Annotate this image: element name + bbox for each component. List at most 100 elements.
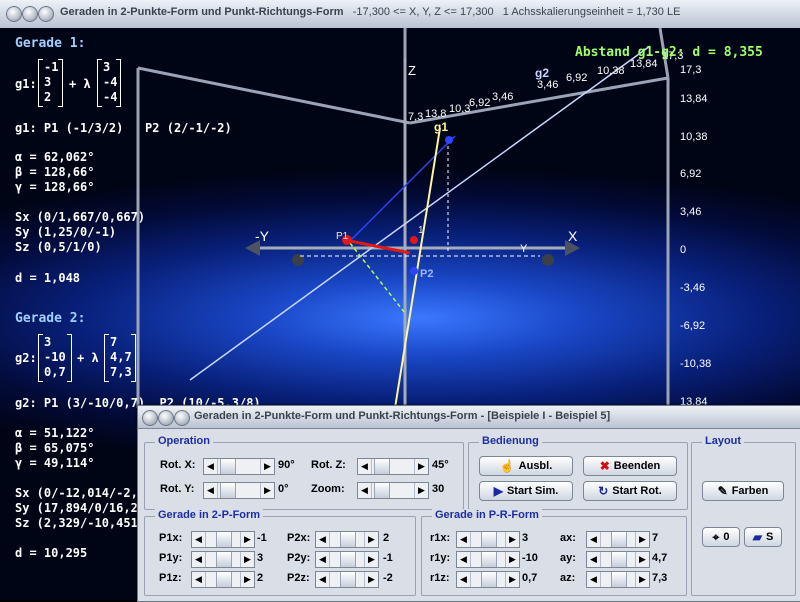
- arrow-right-icon[interactable]: ▶: [505, 532, 519, 547]
- arrow-right-icon[interactable]: ▶: [364, 532, 378, 547]
- slider-thumb[interactable]: [340, 552, 356, 567]
- two-point-slider-b[interactable]: ◀ ▶: [315, 551, 379, 568]
- arrow-right-icon[interactable]: ▶: [364, 552, 378, 567]
- point-direction-slider-b[interactable]: ◀ ▶: [586, 551, 650, 568]
- dialog-maximize-button[interactable]: [174, 410, 190, 426]
- arrow-right-icon[interactable]: ▶: [260, 483, 274, 498]
- g1-vec2-y: -4: [103, 75, 118, 89]
- two-point-slider-a[interactable]: ◀ ▶: [191, 571, 255, 588]
- two-point-slider-b[interactable]: ◀ ▶: [315, 571, 379, 588]
- arrow-left-icon[interactable]: ◀: [457, 532, 471, 547]
- slider-thumb[interactable]: [340, 532, 356, 547]
- arrow-left-icon[interactable]: ◀: [192, 552, 206, 567]
- slider-thumb[interactable]: [374, 459, 390, 474]
- start-sim-button[interactable]: ▶ Start Sim.: [479, 481, 573, 501]
- arrow-left-icon[interactable]: ◀: [358, 483, 372, 498]
- operation-group: Operation Rot. X: ◀ ▶ 90° Rot. Y: ◀ ▶ 0°…: [144, 435, 464, 510]
- two-point-slider-a[interactable]: ◀ ▶: [191, 531, 255, 548]
- window-menu-button[interactable]: [6, 6, 22, 22]
- slider-thumb[interactable]: [216, 572, 232, 587]
- slider-thumb[interactable]: [220, 483, 236, 498]
- arrow-left-icon[interactable]: ◀: [192, 572, 206, 587]
- slider-thumb[interactable]: [216, 532, 232, 547]
- point-direction-slider-a[interactable]: ◀ ▶: [456, 551, 520, 568]
- arrow-right-icon[interactable]: ▶: [414, 459, 428, 474]
- arrow-left-icon[interactable]: ◀: [204, 483, 218, 498]
- rotz-label: Rot. Z:: [311, 459, 346, 471]
- g1-vec1-y: 3: [44, 75, 52, 89]
- top-tick: 10,3: [449, 103, 471, 115]
- slider-thumb[interactable]: [216, 552, 232, 567]
- g2-vec1-x: 3: [44, 335, 52, 349]
- arrow-right-icon[interactable]: ▶: [260, 459, 274, 474]
- arrow-right-icon[interactable]: ▶: [240, 572, 254, 587]
- maximize-button[interactable]: [38, 6, 54, 22]
- slider-thumb[interactable]: [481, 532, 497, 547]
- point-g2-p2: [445, 136, 453, 144]
- point-direction-slider-b[interactable]: ◀ ▶: [586, 571, 650, 588]
- g1-vec1-bracket-left: [38, 59, 43, 107]
- right-tick: -3,46: [680, 282, 706, 294]
- arrow-left-icon[interactable]: ◀: [316, 532, 330, 547]
- top-tick: 7,3: [408, 111, 424, 123]
- arrow-left-icon[interactable]: ◀: [316, 572, 330, 587]
- two-point-slider-b[interactable]: ◀ ▶: [315, 531, 379, 548]
- arrow-right-icon[interactable]: ▶: [505, 572, 519, 587]
- arrow-left-icon[interactable]: ◀: [587, 532, 601, 547]
- two-point-value-b: -2: [383, 572, 393, 584]
- farben-button[interactable]: ✎ Farben: [702, 481, 784, 501]
- arrow-right-icon[interactable]: ▶: [240, 532, 254, 547]
- rotz-slider[interactable]: ◀ ▶: [357, 458, 429, 475]
- arrow-right-icon[interactable]: ▶: [635, 532, 649, 547]
- point-direction-value-a: -10: [522, 552, 538, 564]
- arrow-left-icon[interactable]: ◀: [457, 572, 471, 587]
- zero-button[interactable]: ⌖ 0: [702, 527, 740, 547]
- dialog-menu-button[interactable]: [142, 410, 158, 426]
- slider-thumb[interactable]: [340, 572, 356, 587]
- layout-title: Layout: [702, 435, 745, 447]
- slider-thumb[interactable]: [611, 572, 627, 587]
- g2-name: g2:: [15, 351, 37, 365]
- rotx-slider[interactable]: ◀ ▶: [203, 458, 275, 475]
- arrow-left-icon[interactable]: ◀: [204, 459, 218, 474]
- minimize-button[interactable]: [22, 6, 38, 22]
- ausbl-button[interactable]: ☝ Ausbl.: [479, 456, 573, 476]
- point-direction-slider-a[interactable]: ◀ ▶: [456, 571, 520, 588]
- point-direction-slider-b[interactable]: ◀ ▶: [586, 531, 650, 548]
- operation-title: Operation: [155, 435, 213, 447]
- slider-thumb[interactable]: [220, 459, 236, 474]
- roty-slider[interactable]: ◀ ▶: [203, 482, 275, 499]
- arrow-right-icon[interactable]: ▶: [240, 552, 254, 567]
- save-button[interactable]: ▰ S: [744, 527, 782, 547]
- arrow-right-icon[interactable]: ▶: [635, 572, 649, 587]
- arrow-left-icon[interactable]: ◀: [316, 552, 330, 567]
- point-direction-slider-a[interactable]: ◀ ▶: [456, 531, 520, 548]
- arrow-right-icon[interactable]: ▶: [364, 572, 378, 587]
- right-tick: -10,38: [680, 358, 712, 370]
- two-point-value-b: -1: [383, 552, 393, 564]
- arrow-right-icon[interactable]: ▶: [635, 552, 649, 567]
- arrow-left-icon[interactable]: ◀: [587, 572, 601, 587]
- arrow-right-icon[interactable]: ▶: [505, 552, 519, 567]
- arrow-left-icon[interactable]: ◀: [358, 459, 372, 474]
- slider-thumb[interactable]: [481, 572, 497, 587]
- two-point-slider-a[interactable]: ◀ ▶: [191, 551, 255, 568]
- arrow-left-icon[interactable]: ◀: [192, 532, 206, 547]
- g2-vec1-bracket-right: [67, 334, 72, 382]
- arrow-right-icon[interactable]: ▶: [414, 483, 428, 498]
- beenden-button[interactable]: ✖ Beenden: [583, 456, 677, 476]
- slider-thumb[interactable]: [481, 552, 497, 567]
- slider-thumb[interactable]: [611, 532, 627, 547]
- arrow-left-icon[interactable]: ◀: [457, 552, 471, 567]
- y-axis-label: Y: [520, 243, 528, 255]
- dialog-title-bar[interactable]: Geraden in 2-Punkte-Form und Punkt-Richt…: [138, 406, 800, 429]
- slider-thumb[interactable]: [611, 552, 627, 567]
- diag-tick: 6,92: [566, 72, 588, 84]
- slider-thumb[interactable]: [374, 483, 390, 498]
- right-tick: 6,92: [680, 168, 702, 180]
- zoom-label: Zoom:: [311, 483, 345, 495]
- start-rot-button[interactable]: ↻ Start Rot.: [583, 481, 677, 501]
- arrow-left-icon[interactable]: ◀: [587, 552, 601, 567]
- zoom-slider[interactable]: ◀ ▶: [357, 482, 429, 499]
- dialog-minimize-button[interactable]: [158, 410, 174, 426]
